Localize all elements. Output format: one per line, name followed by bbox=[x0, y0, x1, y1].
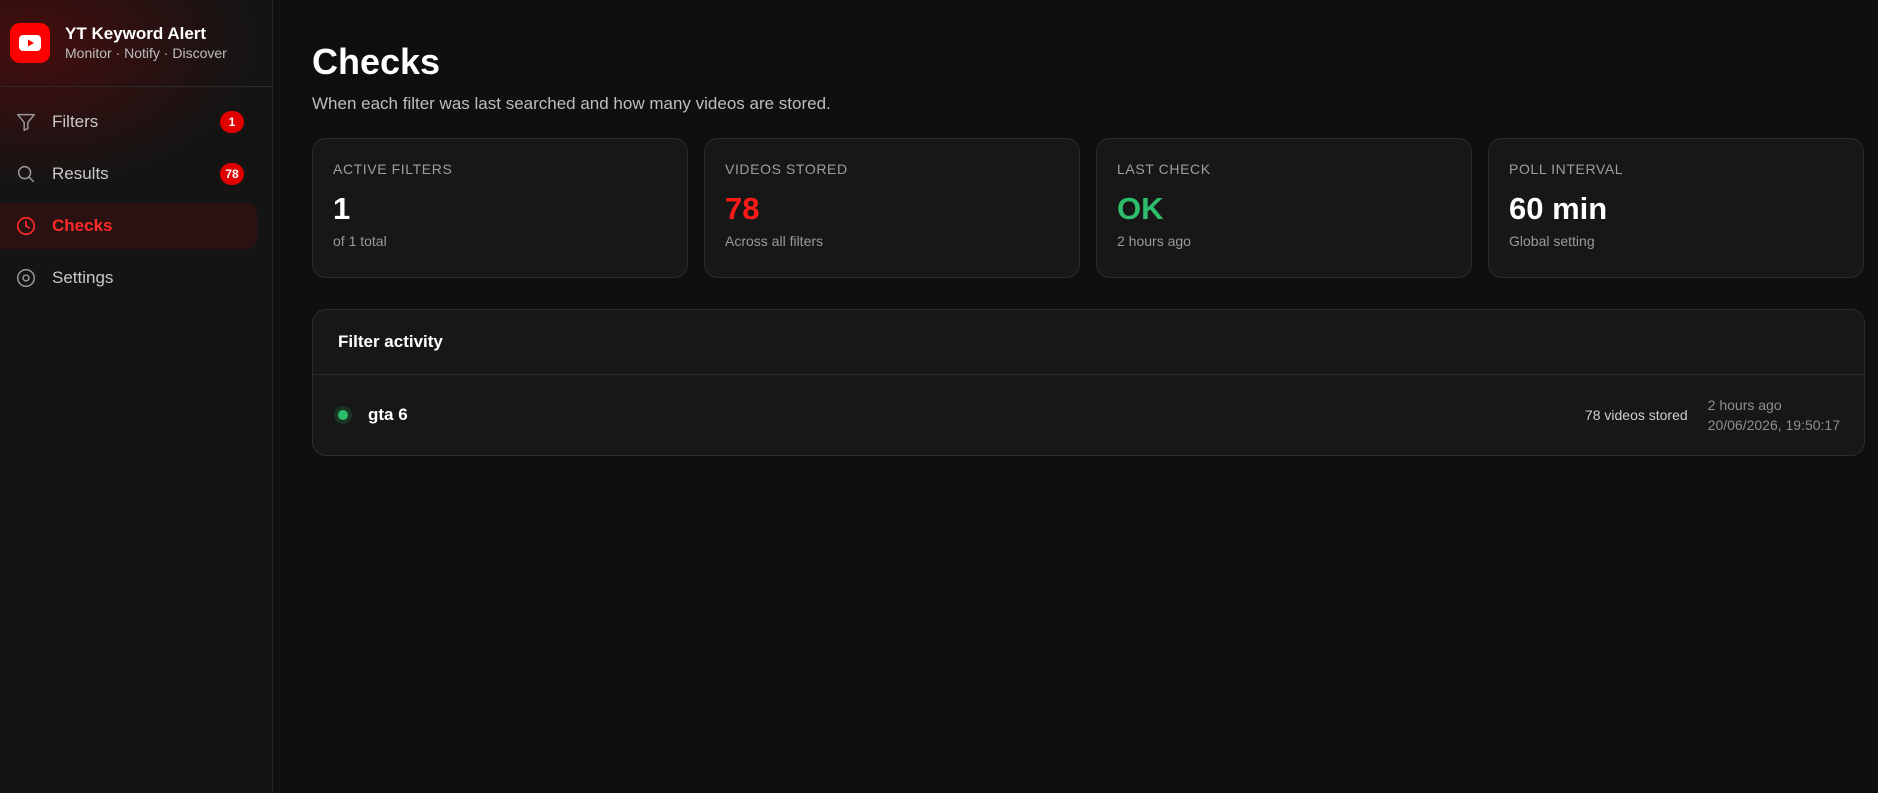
filter-icon bbox=[14, 110, 38, 134]
table-row[interactable]: gta 6 78 videos stored 2 hours ago 20/06… bbox=[313, 375, 1864, 455]
filter-activity-title: Filter activity bbox=[313, 310, 1864, 375]
stat-value: 78 bbox=[725, 191, 760, 226]
last-check-timestamp: 20/06/2026, 19:50:17 bbox=[1707, 417, 1840, 433]
sidebar-item-label: Checks bbox=[52, 216, 113, 235]
stat-card-videos-stored: Videos stored 78 Across all filters bbox=[704, 138, 1080, 278]
gear-icon bbox=[14, 266, 38, 290]
page-subtitle: When each filter was last searched and h… bbox=[312, 94, 831, 113]
sidebar-item-label: Settings bbox=[52, 268, 114, 287]
clock-icon bbox=[14, 214, 38, 238]
brand-title: YT Keyword Alert bbox=[65, 24, 207, 43]
stat-label: Poll interval bbox=[1509, 161, 1624, 177]
stat-note: Global setting bbox=[1509, 233, 1595, 249]
results-count-badge: 78 bbox=[220, 163, 244, 185]
stat-value: 60 min bbox=[1509, 191, 1608, 226]
sidebar-item-results[interactable]: Results 78 bbox=[0, 151, 258, 197]
sidebar-item-checks[interactable]: Checks bbox=[0, 203, 257, 249]
filter-activity-panel: Filter activity gta 6 78 videos stored 2… bbox=[312, 309, 1865, 456]
last-check-time: 2 hours ago 20/06/2026, 19:50:17 bbox=[1708, 395, 1840, 435]
main-content: Checks When each filter was last searche… bbox=[273, 0, 1878, 793]
youtube-logo-icon bbox=[10, 23, 50, 63]
stat-card-last-check: Last check OK 2 hours ago bbox=[1096, 138, 1472, 278]
stat-label: Active filters bbox=[333, 161, 453, 177]
sidebar-item-label: Results bbox=[52, 164, 109, 183]
sidebar-item-settings[interactable]: Settings bbox=[0, 255, 258, 301]
app-root: YT Keyword Alert Monitor · Notify · Disc… bbox=[0, 0, 1878, 793]
stats-row: Active filters 1 of 1 total Videos store… bbox=[312, 138, 1865, 278]
brand-header: YT Keyword Alert Monitor · Notify · Disc… bbox=[0, 0, 272, 87]
sidebar: YT Keyword Alert Monitor · Notify · Disc… bbox=[0, 0, 273, 793]
sidebar-item-filters[interactable]: Filters 1 bbox=[0, 99, 258, 145]
stat-value: OK bbox=[1117, 191, 1164, 226]
stat-note: of 1 total bbox=[333, 233, 387, 249]
brand-text: YT Keyword Alert Monitor · Notify · Disc… bbox=[65, 24, 227, 62]
stat-card-active-filters: Active filters 1 of 1 total bbox=[312, 138, 688, 278]
filters-count-badge: 1 bbox=[220, 111, 244, 133]
last-check-relative: 2 hours ago bbox=[1707, 397, 1782, 413]
stat-note: Across all filters bbox=[725, 233, 824, 249]
sidebar-item-label: Filters bbox=[52, 112, 99, 131]
stat-value: 1 bbox=[333, 191, 351, 226]
sidebar-nav: Filters 1 Results 78 Checks Settings bbox=[0, 87, 272, 301]
brand-subtitle: Monitor · Notify · Discover bbox=[65, 45, 227, 61]
filter-name: gta 6 bbox=[368, 405, 408, 424]
search-icon bbox=[14, 162, 38, 186]
stat-label: Last check bbox=[1117, 161, 1211, 177]
stat-note: 2 hours ago bbox=[1117, 233, 1191, 249]
status-dot-icon bbox=[338, 410, 348, 420]
videos-stored-count: 78 videos stored bbox=[1584, 407, 1688, 423]
stat-label: Videos stored bbox=[725, 161, 848, 177]
page-title: Checks bbox=[312, 41, 441, 82]
stat-card-poll-interval: Poll interval 60 min Global setting bbox=[1488, 138, 1864, 278]
